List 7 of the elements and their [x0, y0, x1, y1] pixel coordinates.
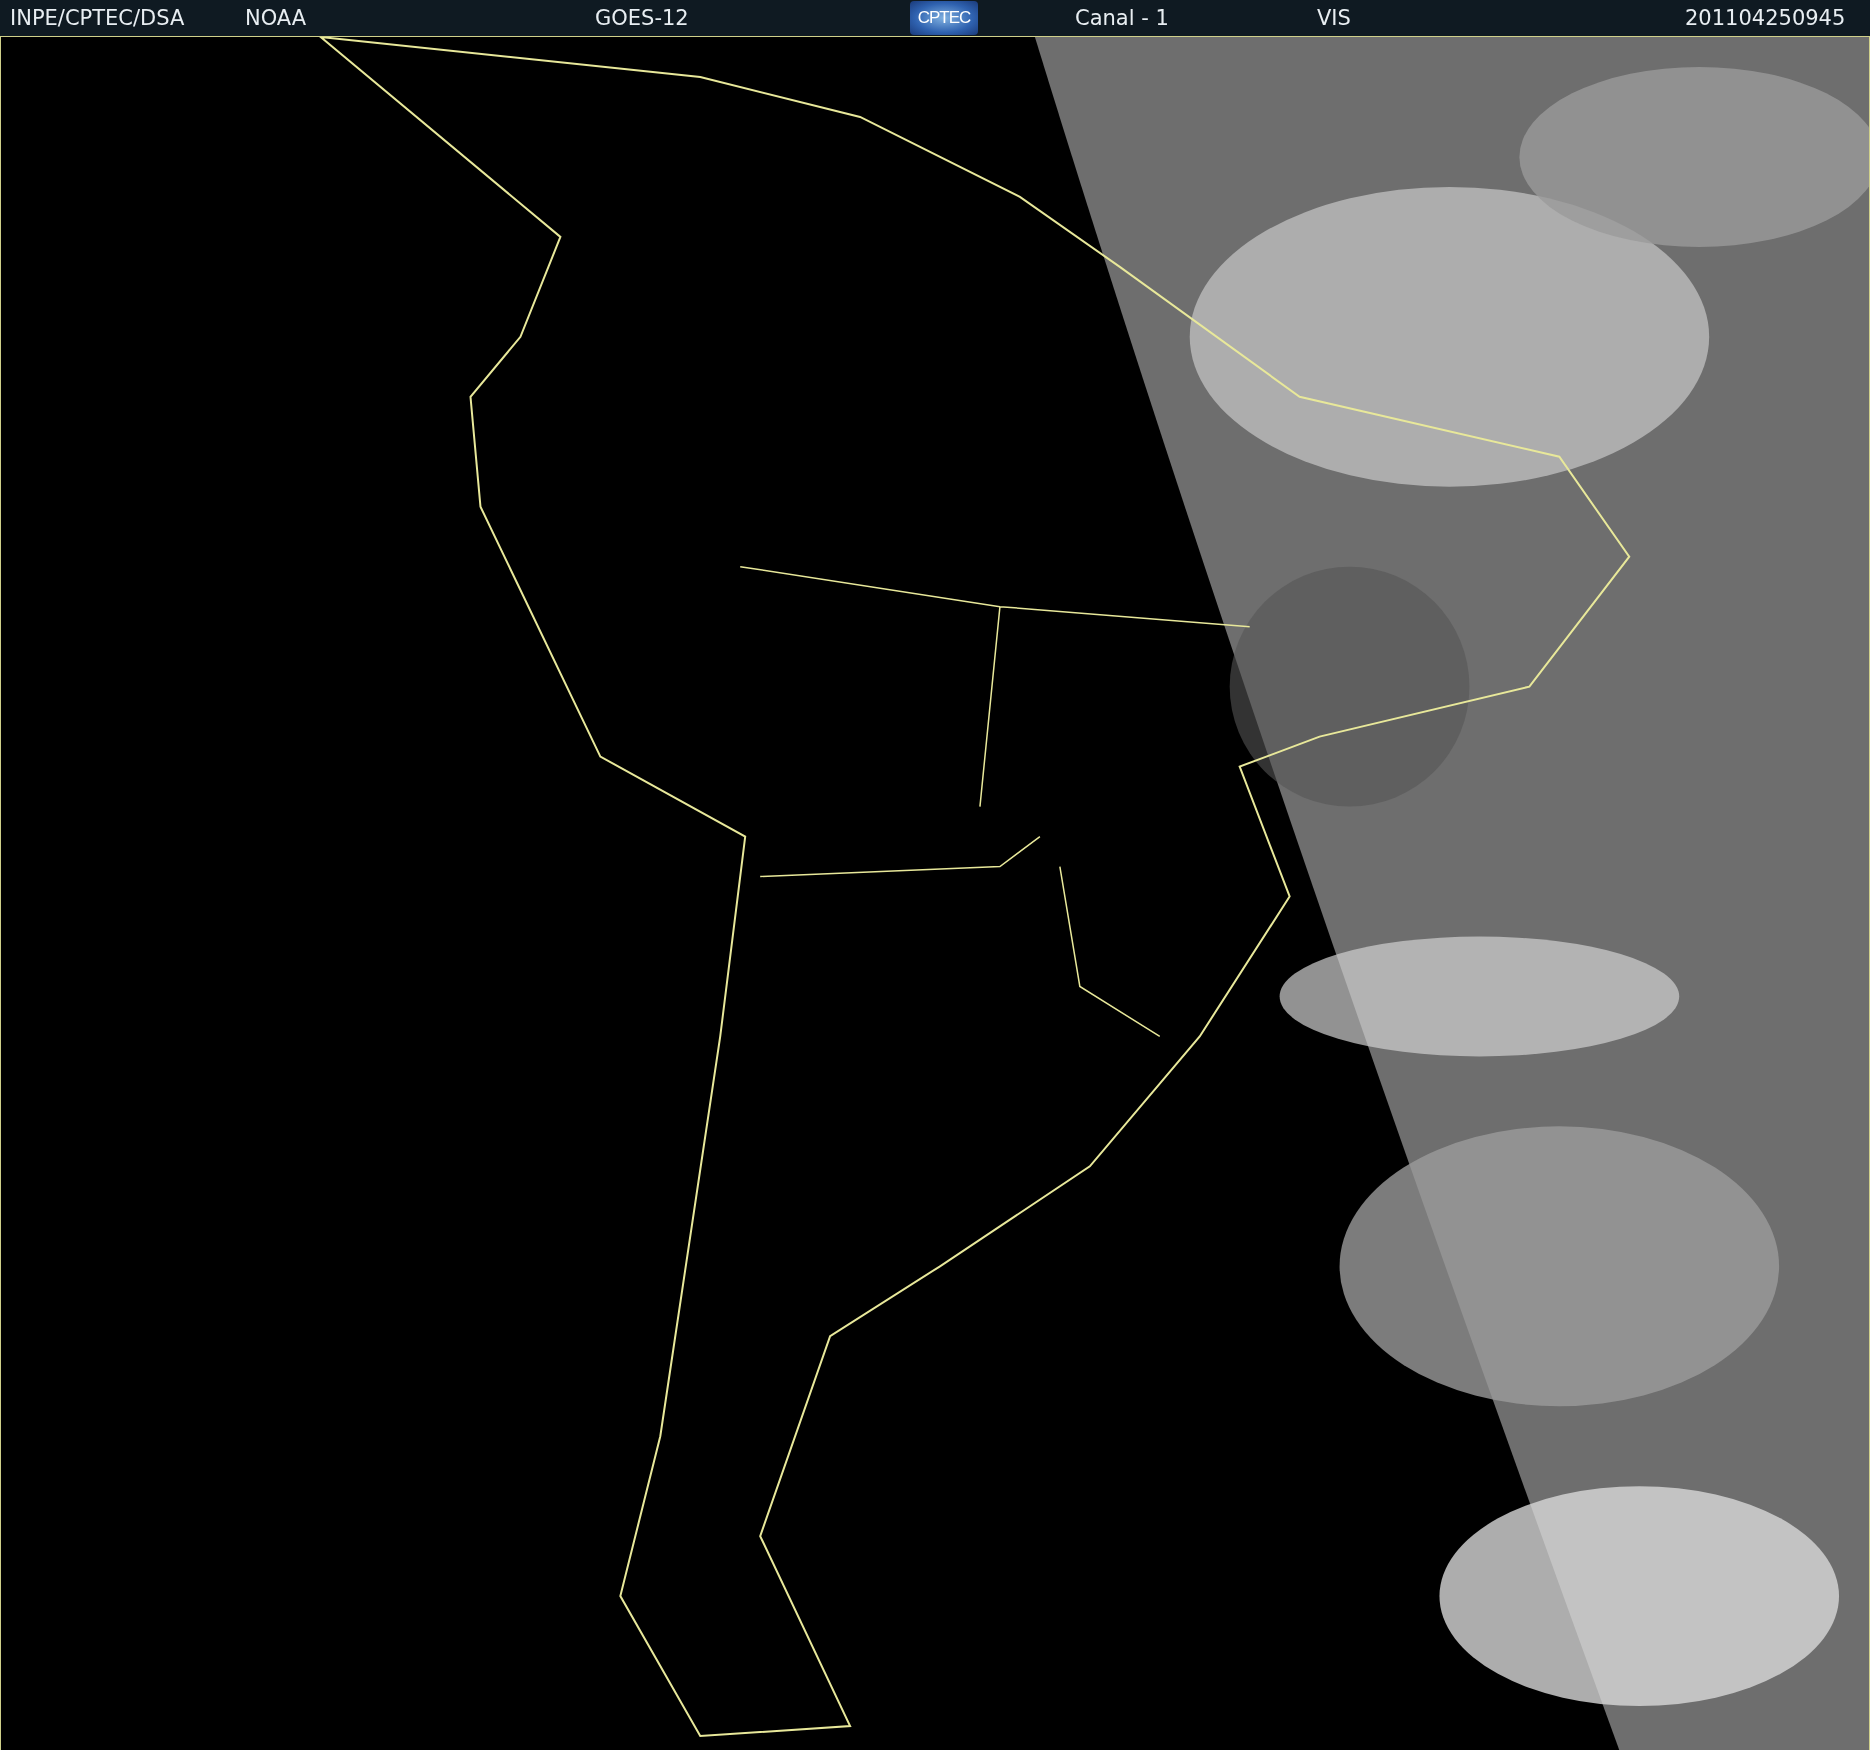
source-label: INPE/CPTEC/DSA: [9, 6, 185, 30]
logo: CPTEC: [910, 1, 978, 35]
band-label: VIS: [1317, 6, 1351, 30]
channel-label: Canal - 1: [1075, 6, 1169, 30]
agency-label: NOAA: [244, 6, 307, 30]
timestamp-label: 201104250945: [1685, 6, 1846, 30]
satellite-label: GOES-12: [595, 6, 689, 30]
